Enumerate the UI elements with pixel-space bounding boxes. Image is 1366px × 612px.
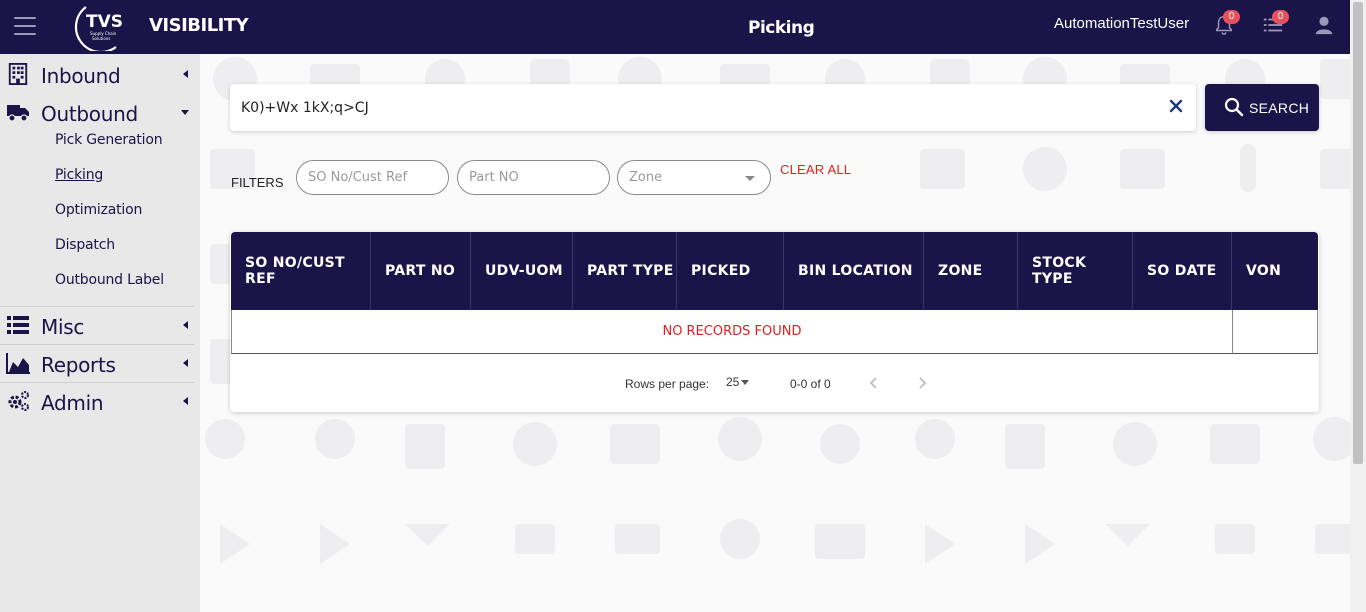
column-header-stock-type[interactable]: STOCK TYPE	[1018, 232, 1133, 310]
column-header-part-type[interactable]: PART TYPE	[573, 232, 677, 310]
caret-left-icon	[183, 321, 188, 329]
column-header-udv-uom[interactable]: UDV-UOM	[471, 232, 573, 310]
search-input[interactable]	[241, 96, 1141, 120]
hamburger-menu-icon[interactable]	[14, 17, 36, 35]
sidebar-item-pick-generation[interactable]: Pick Generation	[55, 132, 163, 148]
profile-button[interactable]	[1313, 14, 1337, 38]
user-name[interactable]: AutomationTestUser	[1054, 15, 1189, 32]
scrollbar-thumb[interactable]	[1353, 2, 1363, 464]
rows-per-page-label: Rows per page:	[625, 377, 710, 391]
top-bar: TVS Supply Chain Solutions VISIBILITY Pi…	[0, 0, 1350, 54]
table-body: NO RECORDS FOUND	[231, 310, 1318, 354]
pagination-range: 0-0 of 0	[790, 377, 831, 391]
sidebar-item-outbound[interactable]: Outbound	[0, 94, 194, 132]
filters-label: FILTERS	[231, 175, 284, 190]
list-icon	[7, 316, 29, 334]
part-no-filter-input[interactable]	[457, 160, 610, 195]
results-table-card: SO NO/CUST REF PART NO UDV-UOM PART TYPE…	[230, 232, 1319, 412]
sidebar-item-reports[interactable]: Reports	[0, 345, 194, 383]
so-no-filter-input[interactable]	[296, 160, 449, 195]
svg-text:TVS: TVS	[86, 12, 123, 32]
sidebar-label-reports: Reports	[41, 353, 116, 377]
clear-search-icon[interactable]	[1168, 98, 1184, 114]
sidebar-item-admin[interactable]: Admin	[0, 383, 194, 421]
sidebar-label-outbound: Outbound	[41, 102, 138, 126]
rows-per-page-select[interactable]: 25	[726, 375, 750, 389]
column-divider	[1232, 310, 1233, 354]
zone-select[interactable]: Zone	[617, 160, 771, 195]
caret-left-icon	[183, 70, 188, 78]
column-header-so-no[interactable]: SO NO/CUST REF	[231, 232, 371, 310]
rows-per-page-value: 25	[726, 375, 740, 389]
notifications-button[interactable]: 0	[1213, 10, 1240, 38]
area-chart-icon	[6, 353, 30, 374]
column-header-von[interactable]: VON	[1232, 232, 1318, 310]
sidebar-item-optimization[interactable]: Optimization	[55, 202, 142, 218]
tvs-logo: TVS Supply Chain Solutions	[74, 6, 123, 51]
next-page-icon[interactable]	[915, 376, 929, 390]
sidebar: Inbound Outbound Pick Generation Picking…	[0, 54, 200, 612]
column-header-so-date[interactable]: SO DATE	[1133, 232, 1232, 310]
sidebar-label-misc: Misc	[41, 315, 85, 339]
search-box	[230, 84, 1196, 131]
chevron-down-icon	[745, 176, 755, 181]
previous-page-icon[interactable]	[867, 376, 881, 390]
tasks-button[interactable]: 0	[1262, 10, 1289, 38]
chevron-down-icon	[741, 380, 750, 386]
sidebar-label-inbound: Inbound	[41, 64, 121, 88]
sidebar-item-dispatch[interactable]: Dispatch	[55, 237, 115, 253]
clear-all-button[interactable]: CLEAR ALL	[780, 162, 851, 177]
user-icon	[1315, 16, 1333, 35]
search-button-label: SEARCH	[1249, 100, 1310, 116]
gears-icon	[8, 391, 29, 411]
notifications-badge: 0	[1223, 10, 1240, 24]
column-header-bin-location[interactable]: BIN LOCATION	[784, 232, 924, 310]
page-title: Picking	[748, 18, 815, 38]
sidebar-label-admin: Admin	[41, 391, 104, 415]
column-header-part-no[interactable]: PART NO	[371, 232, 471, 310]
sidebar-item-picking[interactable]: Picking	[55, 167, 103, 183]
caret-down-icon	[181, 110, 189, 115]
truck-icon	[7, 105, 29, 122]
search-button[interactable]: SEARCH	[1205, 84, 1319, 131]
caret-left-icon	[183, 397, 188, 405]
brand-name: VISIBILITY	[149, 15, 249, 36]
sidebar-item-misc[interactable]: Misc	[0, 307, 194, 345]
no-records-message: NO RECORDS FOUND	[662, 324, 802, 339]
search-icon	[1224, 97, 1244, 117]
sidebar-item-inbound[interactable]: Inbound	[0, 56, 194, 94]
tasks-badge: 0	[1272, 10, 1289, 24]
page-scrollbar[interactable]	[1350, 0, 1366, 612]
sidebar-item-outbound-label[interactable]: Outbound Label	[55, 272, 164, 288]
column-header-zone[interactable]: ZONE	[924, 232, 1018, 310]
column-header-picked[interactable]: PICKED	[677, 232, 784, 310]
caret-left-icon	[183, 359, 188, 367]
table-header: SO NO/CUST REF PART NO UDV-UOM PART TYPE…	[231, 232, 1318, 310]
svg-text:Solutions: Solutions	[92, 36, 110, 41]
building-icon	[8, 63, 28, 85]
zone-select-placeholder: Zone	[629, 170, 663, 185]
